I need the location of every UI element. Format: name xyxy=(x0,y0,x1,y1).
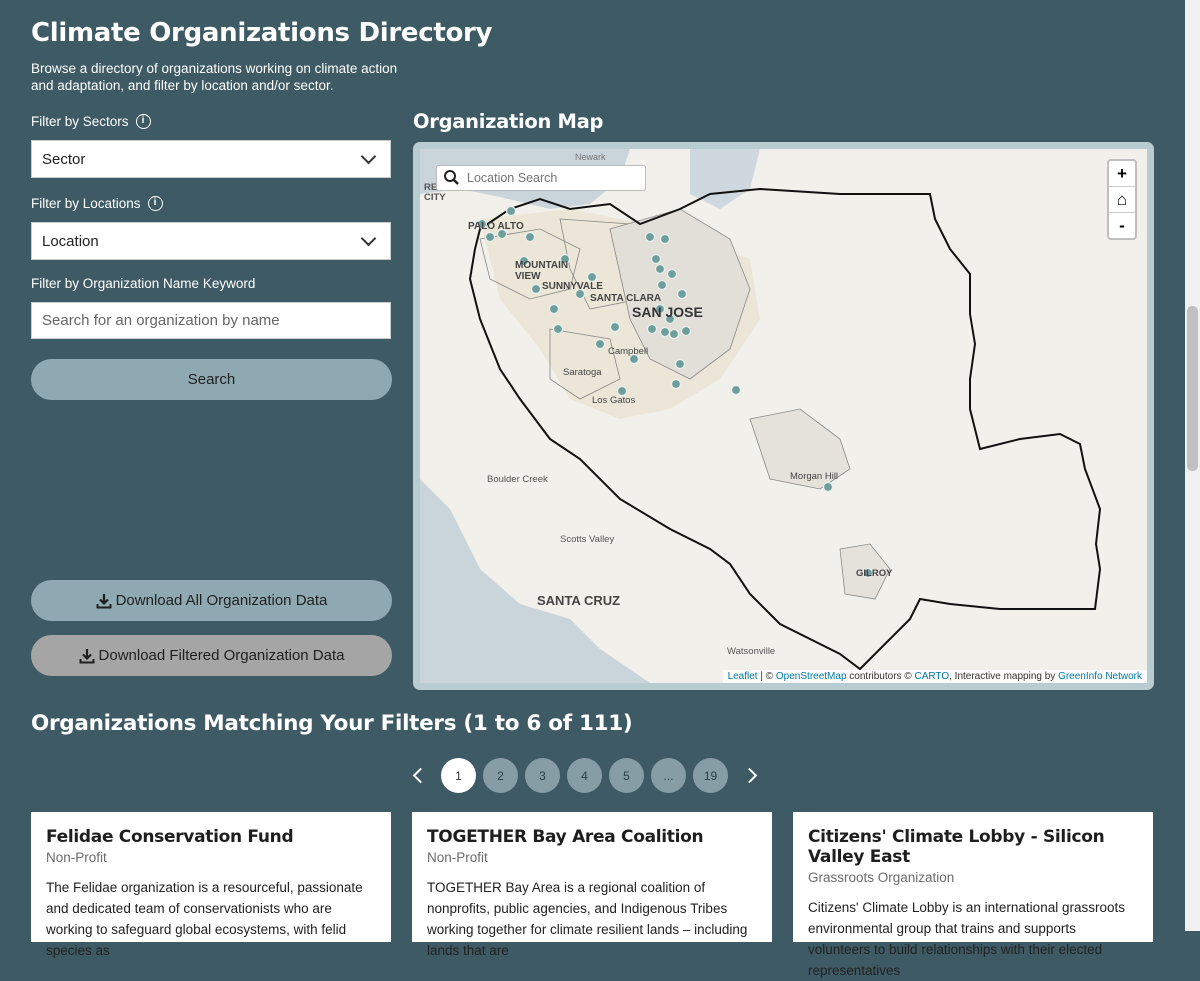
carto-link[interactable]: CARTO xyxy=(914,671,949,682)
bay-water xyxy=(690,149,760,209)
organization-description: The Felidae organization is a resourcefu… xyxy=(46,880,363,958)
attribution-text: , Interactive mapping by xyxy=(949,671,1059,682)
organization-type: Non-Profit xyxy=(427,850,488,865)
page-button-4[interactable]: 4 xyxy=(567,758,602,793)
pagination: 1 2 3 4 5 ... 19 xyxy=(406,758,763,793)
attribution-text: contributors © xyxy=(846,671,915,682)
place-label-gilroy: GILROY xyxy=(856,568,893,579)
organization-card[interactable]: Citizens' Climate Lobby - Silicon Valley… xyxy=(793,812,1153,978)
place-label-los-gatos: Los Gatos xyxy=(592,395,636,406)
organization-map[interactable]: Newark REDWOOD CITY PALO ALTO MOUNTAIN V… xyxy=(420,149,1147,683)
openstreetmap-link[interactable]: OpenStreetMap xyxy=(776,671,847,682)
place-label-campbell: Campbell xyxy=(608,346,649,357)
organization-name: Felidae Conservation Fund xyxy=(46,827,294,847)
zoom-out-button[interactable]: - xyxy=(1109,213,1135,238)
page-button-3[interactable]: 3 xyxy=(525,758,560,793)
place-label-santa-cruz: SANTA CRUZ xyxy=(537,593,621,608)
download-icon xyxy=(96,593,112,608)
results-heading: Organizations Matching Your Filters (1 t… xyxy=(31,711,633,736)
page-scrollbar[interactable] xyxy=(1185,0,1200,931)
location-search-input[interactable] xyxy=(463,171,641,185)
chevron-down-icon xyxy=(360,148,377,165)
search-icon xyxy=(444,170,459,185)
search-button-label: Search xyxy=(187,371,236,388)
page-intro: Browse a directory of organizations work… xyxy=(31,61,398,93)
organization-card[interactable]: Felidae Conservation Fund Non-Profit The… xyxy=(31,812,391,958)
keyword-filter-label: Filter by Organization Name Keyword xyxy=(31,276,255,291)
chevron-left-icon xyxy=(412,767,428,784)
zoom-in-button[interactable]: + xyxy=(1109,161,1135,187)
map-frame: Newark REDWOOD CITY PALO ALTO MOUNTAIN V… xyxy=(413,142,1154,690)
locations-filter-label: Filter by Locations i xyxy=(31,196,163,211)
search-button[interactable]: Search xyxy=(31,359,392,400)
attribution-separator: | © xyxy=(757,671,776,682)
place-label-boulder-creek: Boulder Creek xyxy=(487,474,548,485)
location-select[interactable]: Location xyxy=(31,222,391,260)
sectors-label-text: Filter by Sectors xyxy=(31,114,129,129)
organization-type: Non-Profit xyxy=(46,850,107,865)
page-button-19[interactable]: 19 xyxy=(693,758,728,793)
place-label-sunnyvale: SUNNYVALE xyxy=(542,281,603,292)
scrollbar-thumb[interactable] xyxy=(1187,306,1198,471)
place-label-san-jose: SAN JOSE xyxy=(632,304,703,320)
page-ellipsis: ... xyxy=(651,758,686,793)
map-attribution: Leaflet | © OpenStreetMap contributors ©… xyxy=(722,670,1147,683)
map-canvas[interactable] xyxy=(420,149,1147,683)
chevron-down-icon xyxy=(360,230,377,247)
sector-select[interactable]: Sector xyxy=(31,140,391,178)
info-icon[interactable]: i xyxy=(147,196,163,211)
page-button-1[interactable]: 1 xyxy=(441,758,476,793)
download-icon xyxy=(79,648,95,663)
next-page-button[interactable] xyxy=(735,758,763,793)
location-select-value: Location xyxy=(42,232,99,250)
place-label-santa-clara: SANTA CLARA xyxy=(590,293,662,304)
sector-select-value: Sector xyxy=(42,150,86,168)
place-label-watsonville: Watsonville xyxy=(727,646,776,657)
download-all-label: Download All Organization Data xyxy=(115,592,328,609)
map-zoom-controls: + ⌂ - xyxy=(1107,159,1137,240)
place-label-palo-alto: PALO ALTO xyxy=(468,221,524,232)
keyword-label-text: Filter by Organization Name Keyword xyxy=(31,276,256,291)
place-label-scotts-valley: Scotts Valley xyxy=(560,534,615,545)
previous-page-button[interactable] xyxy=(406,758,434,793)
download-filtered-label: Download Filtered Organization Data xyxy=(98,647,345,664)
ocean xyxy=(420,479,650,683)
place-label-saratoga: Saratoga xyxy=(563,367,602,378)
home-button[interactable]: ⌂ xyxy=(1109,187,1135,213)
organization-description: TOGETHER Bay Area is a regional coalitio… xyxy=(427,880,748,958)
map-title: Organization Map xyxy=(413,110,604,133)
place-label-mountain-view: MOUNTAIN VIEW xyxy=(515,260,569,282)
page-button-5[interactable]: 5 xyxy=(609,758,644,793)
place-label-newark: Newark xyxy=(575,152,606,162)
organization-name: TOGETHER Bay Area Coalition xyxy=(427,827,704,847)
page-button-2[interactable]: 2 xyxy=(483,758,518,793)
greeninfo-link[interactable]: GreenInfo Network xyxy=(1058,671,1142,682)
place-label-morgan-hill: Morgan Hill xyxy=(790,471,839,482)
locations-label-text: Filter by Locations xyxy=(31,196,141,211)
location-search-box[interactable] xyxy=(436,165,646,191)
info-icon[interactable]: i xyxy=(135,114,151,129)
download-all-button[interactable]: Download All Organization Data xyxy=(31,580,392,621)
organization-type: Grassroots Organization xyxy=(808,870,955,885)
organization-card[interactable]: TOGETHER Bay Area Coalition Non-Profit T… xyxy=(412,812,772,958)
download-filtered-button[interactable]: Download Filtered Organization Data xyxy=(31,635,392,676)
organization-name-search-input[interactable] xyxy=(31,302,391,339)
sectors-filter-label: Filter by Sectors i xyxy=(31,114,151,129)
page-title: Climate Organizations Directory xyxy=(31,18,493,48)
organization-name: Citizens' Climate Lobby - Silicon Valley… xyxy=(808,827,1105,867)
organization-description: Citizens' Climate Lobby is an internatio… xyxy=(808,900,1125,978)
leaflet-link[interactable]: Leaflet xyxy=(728,671,758,682)
chevron-right-icon xyxy=(741,767,757,784)
